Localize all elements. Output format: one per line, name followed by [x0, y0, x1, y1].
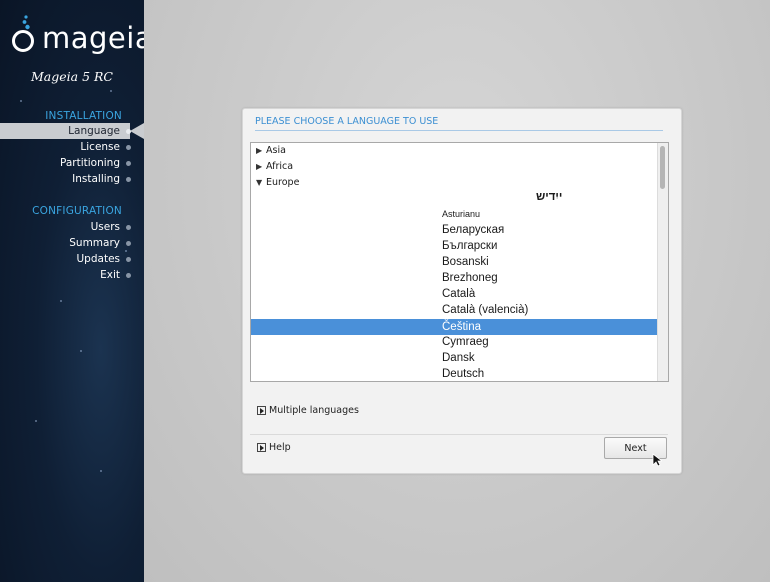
list-scrollbar[interactable] — [657, 143, 668, 381]
step-language: Language — [68, 123, 131, 139]
expander-arrow-icon[interactable]: ▶ — [256, 143, 266, 159]
list-item-selected[interactable]: Čeština — [442, 319, 481, 335]
star-decoration — [110, 90, 112, 92]
help-label: Help — [269, 442, 291, 453]
step-label: Summary — [69, 237, 120, 249]
step-dot-icon — [126, 225, 131, 230]
list-item[interactable]: Cymraeg — [442, 334, 489, 350]
group-label: Europe — [266, 177, 300, 188]
star-decoration — [100, 470, 102, 472]
logo-drops-icon — [22, 15, 30, 30]
expander-label: Multiple languages — [269, 405, 359, 416]
step-dot-icon — [126, 241, 131, 246]
step-summary: Summary — [69, 235, 131, 251]
list-item[interactable]: Bosanski — [442, 254, 489, 270]
list-item[interactable]: Català — [442, 286, 475, 302]
list-item[interactable]: ייִדיש — [536, 189, 562, 205]
list-item[interactable]: Deutsch — [442, 366, 484, 381]
step-label: Partitioning — [60, 157, 120, 169]
step-exit: Exit — [100, 267, 131, 283]
group-label: Asia — [266, 145, 286, 156]
star-decoration — [60, 300, 62, 302]
sidebar: mageia Mageia 5 RC INSTALLATION Language… — [0, 0, 144, 582]
expander-arrow-down-icon[interactable]: ▼ — [256, 175, 266, 191]
step-label: Installing — [72, 173, 120, 185]
installation-section-title: INSTALLATION — [45, 110, 122, 122]
separator — [250, 434, 668, 435]
step-updates: Updates — [76, 251, 131, 267]
step-label: Users — [90, 221, 120, 233]
list-item[interactable]: Беларуская — [442, 222, 504, 238]
step-label: Exit — [100, 269, 120, 281]
list-item[interactable]: Български — [442, 238, 497, 254]
list-item[interactable]: Català (valencià) — [442, 302, 528, 318]
step-users: Users — [90, 219, 131, 235]
configuration-section-title: CONFIGURATION — [32, 205, 122, 217]
group-label: Africa — [266, 161, 294, 172]
list-item[interactable]: Dansk — [442, 350, 475, 366]
step-installing: Installing — [72, 171, 131, 187]
group-europe[interactable]: ▼ Europe — [256, 175, 299, 191]
step-label: Updates — [76, 253, 121, 265]
title-underline — [255, 130, 663, 131]
step-dot-icon — [126, 129, 131, 134]
active-step-notch — [130, 123, 144, 139]
expander-arrow-icon[interactable]: ▶ — [256, 159, 266, 175]
star-decoration — [80, 350, 82, 352]
expander-arrow-icon — [257, 406, 266, 415]
help-expander[interactable]: Help — [257, 441, 291, 455]
step-dot-icon — [126, 161, 131, 166]
step-dot-icon — [126, 257, 131, 262]
multiple-languages-expander[interactable]: Multiple languages — [257, 404, 359, 418]
group-asia[interactable]: ▶ Asia — [256, 143, 286, 159]
version-label: Mageia 5 RC — [31, 69, 113, 84]
star-decoration — [125, 250, 127, 252]
brand-name: mageia — [42, 21, 144, 55]
dialog-title: PLEASE CHOOSE A LANGUAGE TO USE — [255, 116, 439, 127]
mouse-cursor-icon — [652, 453, 662, 467]
language-dialog: PLEASE CHOOSE A LANGUAGE TO USE ▶ Asia ▶ A… — [242, 108, 682, 474]
step-dot-icon — [126, 177, 131, 182]
step-dot-icon — [126, 273, 131, 278]
list-item[interactable]: Asturianu — [442, 206, 480, 222]
group-africa[interactable]: ▶ Africa — [256, 159, 293, 175]
star-decoration — [20, 100, 22, 102]
scrollbar-thumb[interactable] — [660, 146, 665, 189]
step-license: License — [80, 139, 131, 155]
language-list[interactable]: ▶ Asia ▶ Africa ▼ Europe ייִדיש Asturianu Б… — [250, 142, 669, 382]
step-dot-icon — [126, 145, 131, 150]
list-item[interactable]: Brezhoneg — [442, 270, 498, 286]
step-label: License — [80, 141, 120, 153]
step-partitioning: Partitioning — [60, 155, 131, 171]
star-decoration — [35, 420, 37, 422]
logo-circle-icon — [12, 30, 34, 52]
expander-arrow-icon — [257, 443, 266, 452]
step-label: Language — [68, 125, 120, 137]
